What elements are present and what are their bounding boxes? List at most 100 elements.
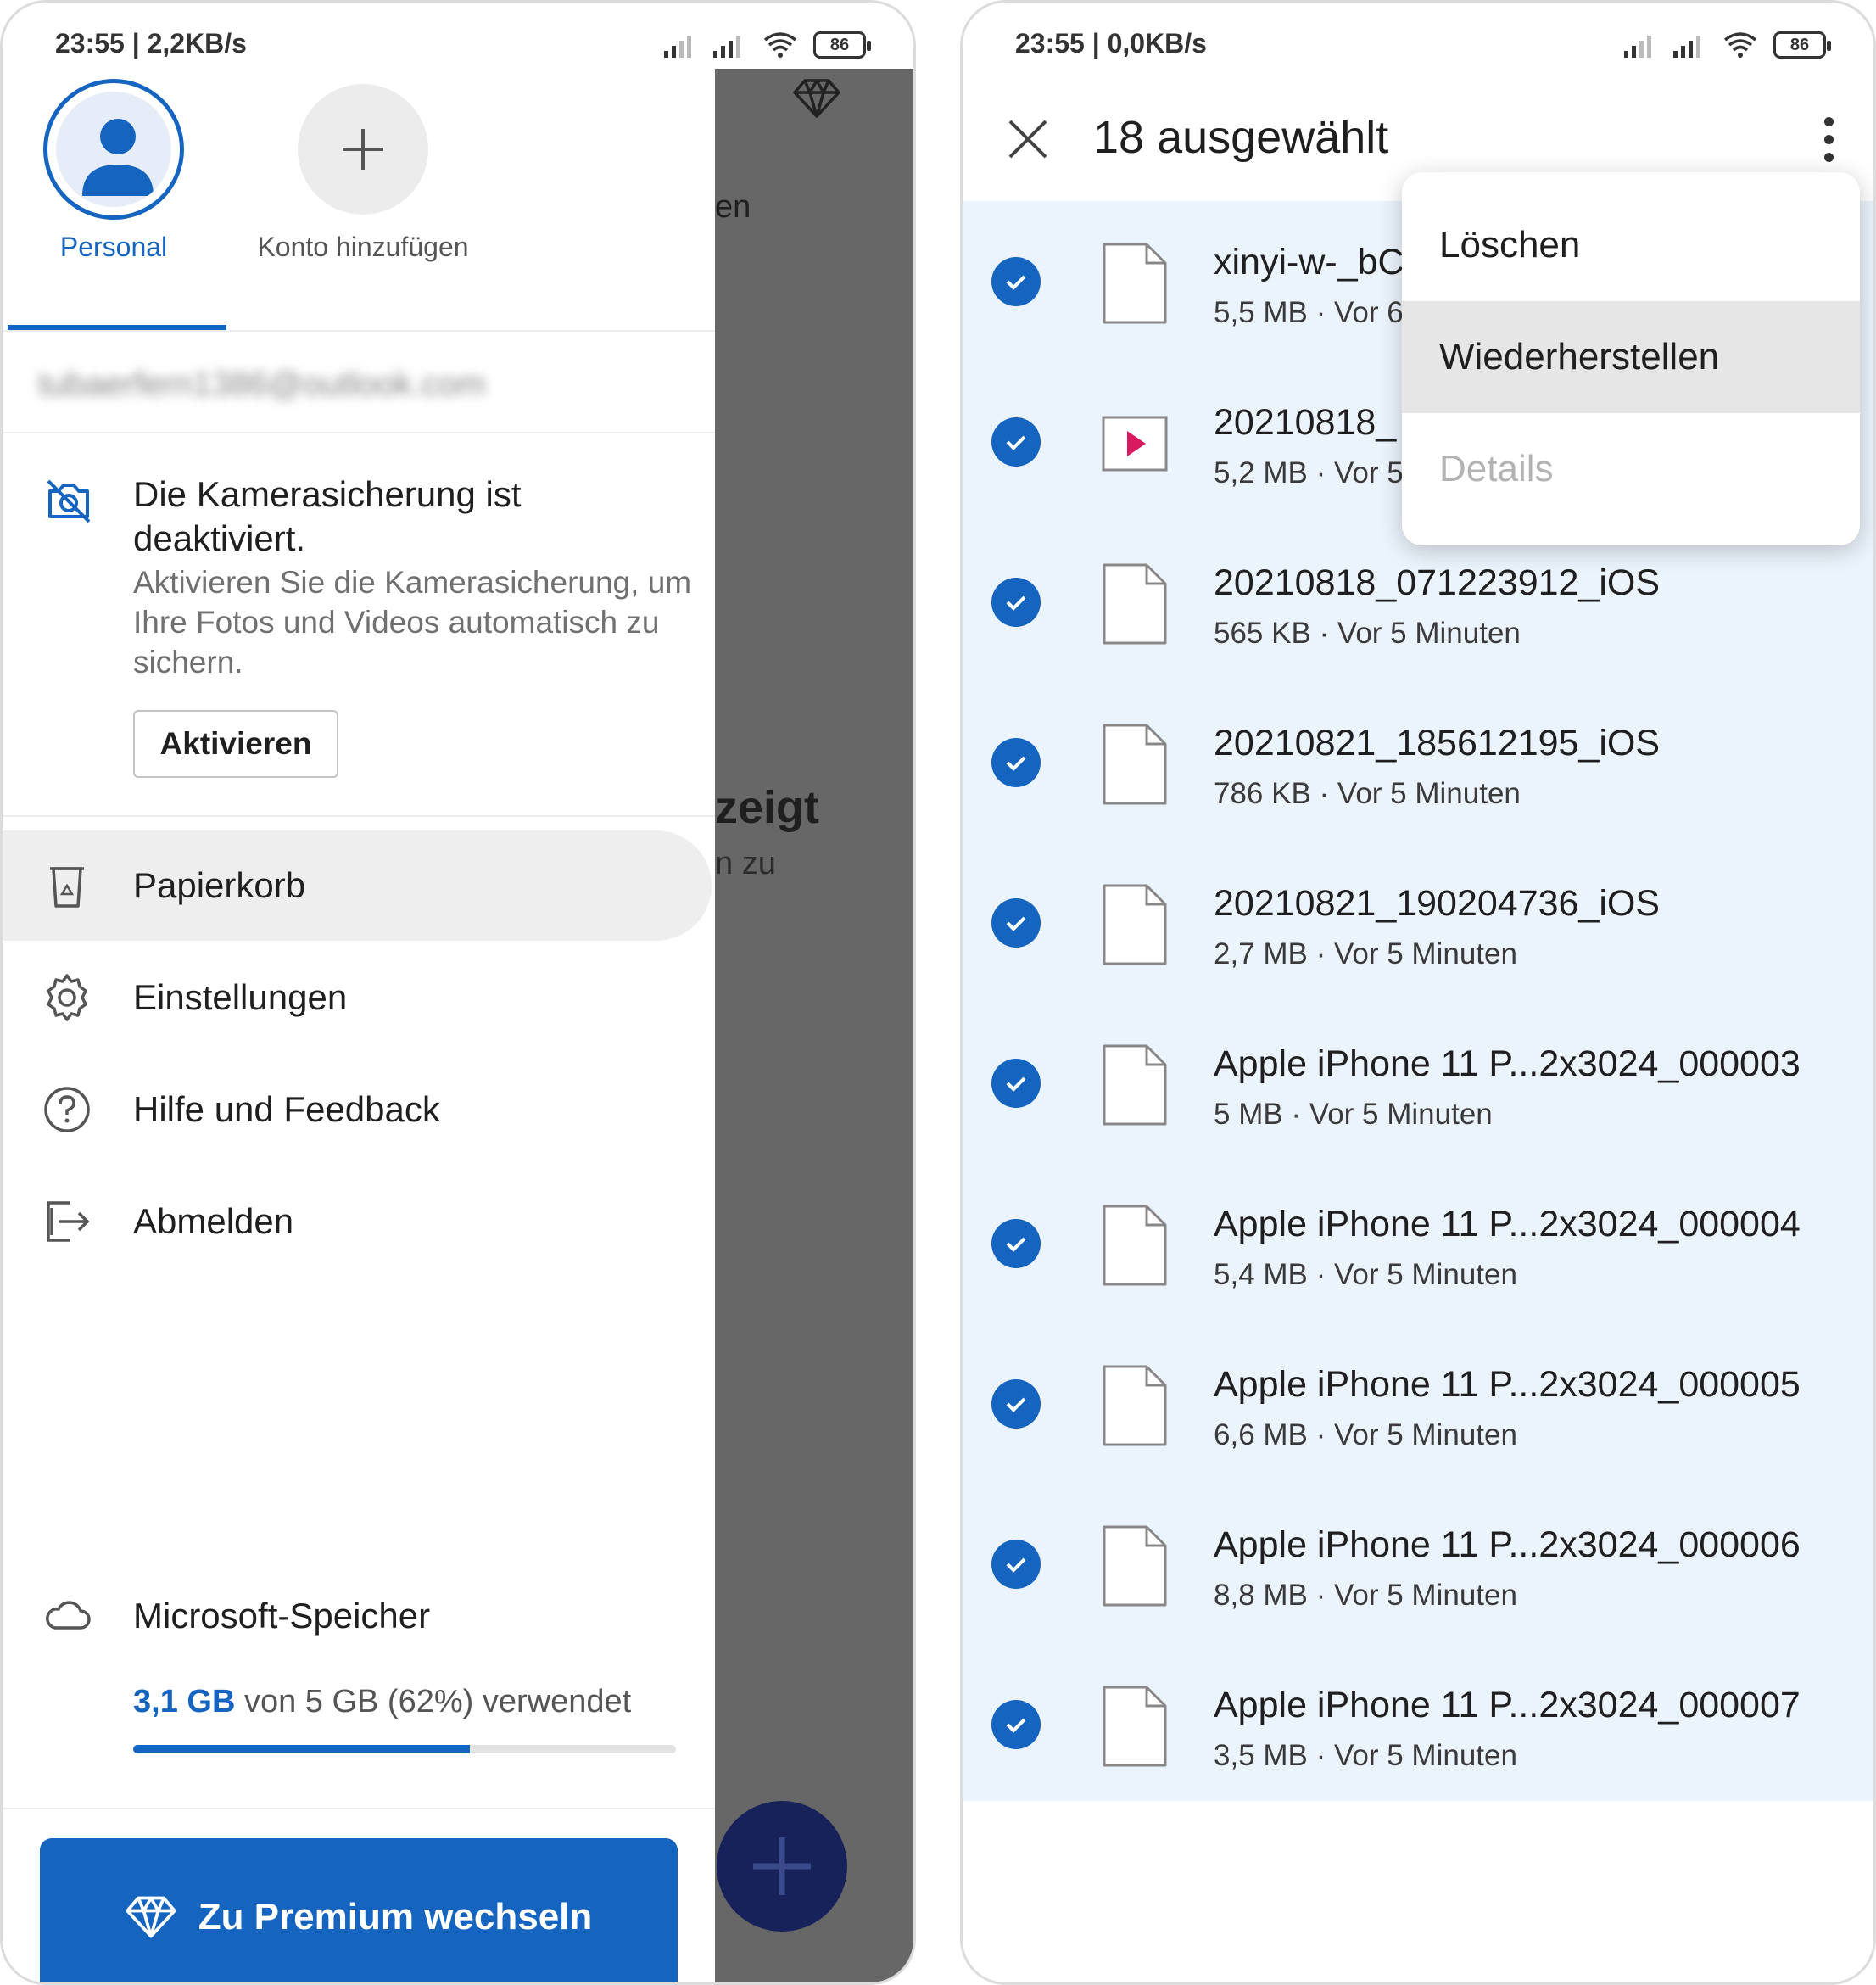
file-row[interactable]: Apple iPhone 11 P...2x3024_000004 5,4 MB …: [963, 1163, 1873, 1322]
checkmark-icon: [1006, 1397, 1026, 1412]
battery-icon: 86: [813, 31, 871, 59]
menu-item-settings[interactable]: Einstellungen: [3, 942, 712, 1053]
menu-item-label: Einstellungen: [133, 977, 348, 1017]
checkmark-icon: [1006, 275, 1026, 290]
checkmark-icon: [1006, 1718, 1026, 1733]
storage-used: 3,1 GB: [133, 1684, 236, 1719]
file-row[interactable]: 20210821_185612195_iOS 786 KB · Vor 5 Min…: [963, 682, 1873, 842]
camera-backup-description: Aktivieren Sie die Kamerasicherung, um I…: [133, 565, 692, 679]
cloud-icon: [46, 1601, 91, 1630]
menu-item-label: Papierkorb: [133, 865, 306, 905]
checkmark-icon: [1006, 916, 1026, 931]
file-row[interactable]: Apple iPhone 11 P...2x3024_000003 5 MB · …: [963, 1003, 1873, 1162]
navigation-drawer: Personal Konto hinzufügen tubaerfern1386…: [3, 69, 715, 1982]
left-screen: en zeigt n zu 23:55 | 2,2KB/s 86 Persona…: [0, 0, 916, 1985]
file-row[interactable]: Apple iPhone 11 P...2x3024_000007 3,5 MB …: [963, 1644, 1873, 1803]
document-file-icon: [1103, 1365, 1167, 1446]
file-name: 20210821_190204736_iOS: [1214, 883, 1661, 924]
selection-count-title: 18 ausgewählt: [1093, 112, 1389, 163]
file-name: Apple iPhone 11 P...2x3024_000007: [1214, 1685, 1801, 1725]
plus-icon: [343, 129, 383, 170]
gear-icon: [47, 974, 87, 1021]
add-fab-button[interactable]: [717, 1801, 847, 1932]
account-personal[interactable]: Personal: [42, 79, 186, 263]
context-menu-item[interactable]: Wiederherstellen: [1402, 301, 1860, 413]
document-file-icon: [1103, 884, 1167, 965]
more-options-icon[interactable]: [1809, 109, 1848, 169]
person-icon: [82, 119, 154, 196]
selected-checkbox[interactable]: [991, 578, 1041, 627]
activate-button[interactable]: Aktivieren: [133, 710, 338, 778]
file-name: 20210818_071223912_iOS: [1214, 562, 1661, 603]
menu-item-label: Hilfe und Feedback: [133, 1089, 440, 1129]
checkmark-icon: [1006, 1557, 1026, 1573]
divider: [3, 330, 715, 332]
plus-icon: [753, 1837, 811, 1895]
checkmark-icon: [1006, 1076, 1026, 1092]
document-file-icon: [1103, 1686, 1167, 1767]
file-name: Apple iPhone 11 P...2x3024_000004: [1214, 1204, 1801, 1244]
selected-checkbox[interactable]: [991, 257, 1041, 306]
context-menu: Löschen Wiederherstellen Details: [1402, 172, 1860, 545]
file-meta: 565 KB · Vor 5 Minuten: [1214, 617, 1521, 650]
background-text-1: en: [715, 189, 751, 225]
file-row[interactable]: 20210818_071223912_iOS 565 KB · Vor 5 Min…: [963, 522, 1873, 681]
status-bar: 23:55 | 0,0KB/s 86: [963, 3, 1873, 84]
file-row[interactable]: 20210821_190204736_iOS 2,7 MB · Vor 5 Min…: [963, 842, 1873, 1002]
camera-backup-title: Die Kamerasicherung ist deaktiviert.: [133, 474, 522, 558]
context-menu-item[interactable]: Löschen: [1402, 189, 1860, 301]
menu-item-recycle-bin[interactable]: Papierkorb: [3, 830, 712, 941]
divider: [3, 1808, 715, 1809]
premium-button[interactable]: Zu Premium wechseln: [40, 1838, 678, 1982]
selected-checkbox[interactable]: [991, 1540, 1041, 1589]
signal-icon: [664, 36, 691, 58]
background-text-2: zeigt: [715, 782, 820, 833]
battery-icon: 86: [1773, 31, 1831, 59]
document-file-icon: [1103, 243, 1167, 324]
selected-checkbox[interactable]: [991, 417, 1041, 467]
divider: [3, 815, 715, 817]
add-account-button[interactable]: Konto hinzufügen: [232, 79, 494, 263]
avatar: [43, 79, 184, 220]
file-meta: 2,7 MB · Vor 5 Minuten: [1214, 937, 1517, 970]
file-name: Apple iPhone 11 P...2x3024_000003: [1214, 1043, 1801, 1084]
file-row[interactable]: Apple iPhone 11 P...2x3024_000006 8,8 MB …: [963, 1484, 1873, 1643]
file-name: xinyi-w-_bC: [1214, 242, 1404, 282]
document-file-icon: [1103, 724, 1167, 805]
recycle-bin-icon: [50, 867, 84, 908]
file-name: Apple iPhone 11 P...2x3024_000005: [1214, 1364, 1801, 1405]
storage-label: Microsoft-Speicher: [133, 1596, 431, 1636]
selected-checkbox[interactable]: [991, 1379, 1041, 1429]
background-text-3: n zu: [715, 846, 776, 881]
file-meta: 786 KB · Vor 5 Minuten: [1214, 777, 1521, 810]
selected-checkbox[interactable]: [991, 898, 1041, 948]
checkmark-icon: [1006, 435, 1026, 450]
selected-checkbox[interactable]: [991, 1219, 1041, 1268]
file-meta: 6,6 MB · Vor 5 Minuten: [1214, 1418, 1517, 1451]
file-name: 20210818_: [1214, 402, 1397, 443]
close-icon[interactable]: [998, 109, 1058, 169]
video-file-icon: [1102, 416, 1168, 472]
drawer-scrim[interactable]: en zeigt n zu: [715, 69, 913, 1982]
selected-checkbox[interactable]: [991, 738, 1041, 787]
selected-checkbox[interactable]: [991, 1059, 1041, 1108]
menu-item-sign-out[interactable]: Abmelden: [3, 1166, 712, 1277]
wifi-icon: [763, 32, 797, 58]
file-meta: 5,4 MB · Vor 5 Minuten: [1214, 1258, 1517, 1291]
menu-item-help[interactable]: Hilfe und Feedback: [3, 1054, 712, 1165]
camera-off-icon: [47, 479, 91, 523]
status-time: 23:55 | 0,0KB/s: [1015, 28, 1207, 59]
context-menu-item[interactable]: Details: [1402, 413, 1860, 525]
selected-checkbox[interactable]: [991, 1700, 1041, 1749]
checkmark-icon: [1006, 756, 1026, 771]
storage-progress-fill: [133, 1745, 470, 1753]
checkmark-icon: [1006, 1237, 1026, 1252]
checkmark-icon: [1006, 596, 1026, 611]
storage-total: von 5 GB (62%) verwendet: [235, 1684, 632, 1719]
file-meta: 3,5 MB · Vor 5 Minuten: [1214, 1739, 1517, 1772]
signal-icon: [1673, 36, 1700, 58]
account-label: Personal: [59, 232, 168, 262]
file-meta: 5 MB · Vor 5 Minuten: [1214, 1098, 1493, 1131]
divider: [3, 432, 715, 433]
file-row[interactable]: Apple iPhone 11 P...2x3024_000005 6,6 MB …: [963, 1323, 1873, 1483]
